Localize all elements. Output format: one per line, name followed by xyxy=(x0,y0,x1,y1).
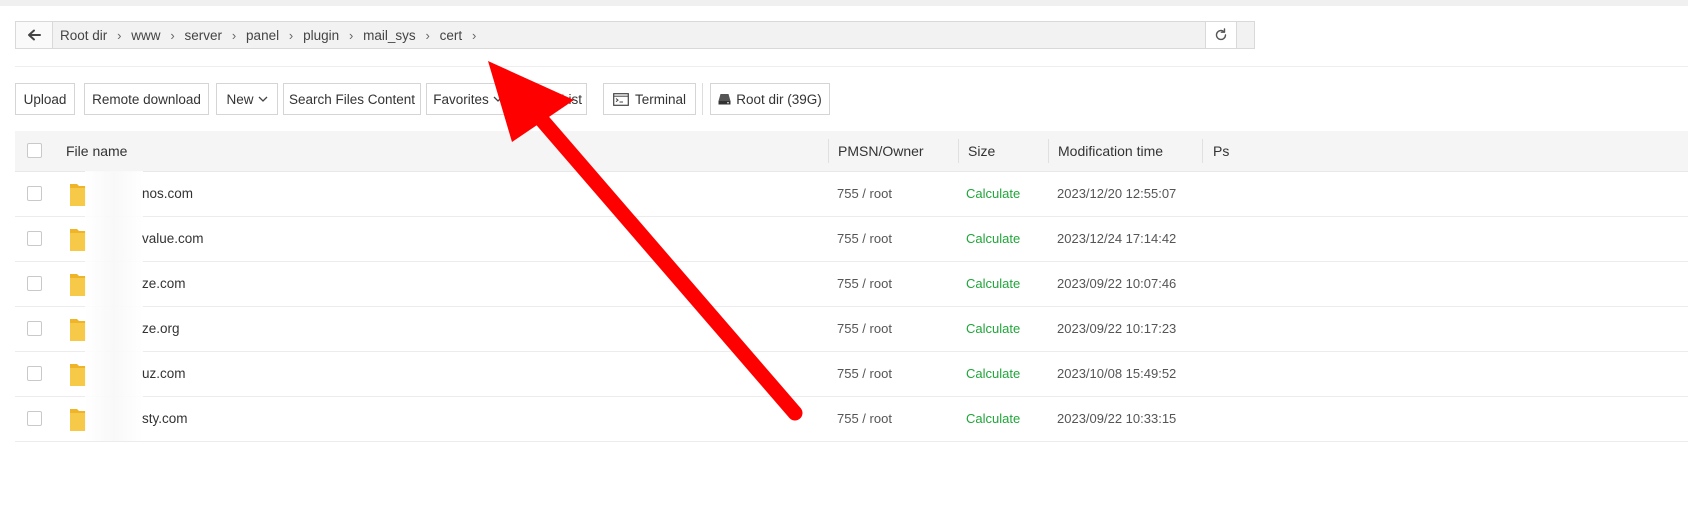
permission-owner[interactable]: 755 / root xyxy=(837,171,892,216)
breadcrumb-item-panel[interactable]: panel xyxy=(246,28,279,43)
redacted-region xyxy=(85,306,143,351)
redacted-region xyxy=(85,351,143,396)
back-arrow-icon xyxy=(28,29,41,41)
permission-owner[interactable]: 755 / root xyxy=(837,306,892,351)
table-row[interactable]: sty.com 755 / root Calculate 2023/09/22 … xyxy=(15,396,1688,442)
breadcrumb-item-cert[interactable]: cert xyxy=(440,28,463,43)
favorites-label: Favorites xyxy=(433,91,489,107)
search-files-content-button[interactable]: Search Files Content xyxy=(283,83,421,115)
list-label: List xyxy=(560,91,582,107)
table-row[interactable]: ze.com 755 / root Calculate 2023/09/22 1… xyxy=(15,261,1688,307)
toolbar-separator xyxy=(702,83,703,115)
refresh-icon xyxy=(1215,28,1227,41)
breadcrumb-item-server[interactable]: server xyxy=(185,28,223,43)
chevron-down-icon xyxy=(493,96,503,102)
calculate-size-link[interactable]: Calculate xyxy=(966,351,1020,396)
top-strip xyxy=(0,0,1688,6)
chevron-right-icon: › xyxy=(288,27,294,43)
redacted-region xyxy=(85,261,143,306)
column-separator xyxy=(1202,139,1203,163)
header-ps[interactable]: Ps xyxy=(1213,131,1229,171)
file-name[interactable]: uz.com xyxy=(142,351,186,396)
file-table-header: File name PMSN/Owner Size Modification t… xyxy=(15,131,1688,172)
back-button[interactable] xyxy=(16,22,53,48)
table-row[interactable]: ze.org 755 / root Calculate 2023/09/22 1… xyxy=(15,306,1688,352)
calculate-size-link[interactable]: Calculate xyxy=(966,216,1020,261)
terminal-label: Terminal xyxy=(634,91,686,107)
column-separator xyxy=(958,139,959,163)
modification-time: 2023/09/22 10:07:46 xyxy=(1057,276,1177,291)
row-checkbox[interactable] xyxy=(27,321,42,336)
row-checkbox[interactable] xyxy=(27,411,42,426)
breadcrumb-item-root[interactable]: Root dir xyxy=(60,28,107,43)
file-name[interactable]: ze.com xyxy=(142,261,186,306)
refresh-button[interactable] xyxy=(1205,21,1237,49)
redacted-region xyxy=(85,396,143,441)
root-dir-disk-button[interactable]: Root dir (39G) xyxy=(710,83,830,115)
header-file-name[interactable]: File name xyxy=(66,131,127,171)
modification-time: 2023/10/08 15:49:52 xyxy=(1057,366,1177,381)
terminal-button[interactable]: Terminal xyxy=(603,83,696,115)
select-all-checkbox[interactable] xyxy=(27,143,42,158)
chevron-right-icon: › xyxy=(117,27,122,43)
calculate-size-link[interactable]: Calculate xyxy=(966,306,1020,351)
chevron-down-icon xyxy=(258,96,267,102)
modification-time: 2023/12/20 12:55:07 xyxy=(1057,186,1177,201)
permission-owner[interactable]: 755 / root xyxy=(837,396,892,441)
column-separator xyxy=(1048,139,1049,163)
new-button[interactable]: New xyxy=(216,83,278,115)
remote-download-button[interactable]: Remote download xyxy=(84,83,209,115)
disk-icon xyxy=(718,94,731,105)
breadcrumb: Root dir › www › server › panel › plugin… xyxy=(60,22,486,48)
list-button[interactable]: List xyxy=(515,83,587,115)
chevron-right-icon: › xyxy=(425,27,430,43)
divider xyxy=(15,66,1688,67)
chevron-right-icon: › xyxy=(231,27,237,43)
path-bar[interactable]: Root dir › www › server › panel › plugin… xyxy=(15,21,1255,49)
table-row[interactable]: uz.com 755 / root Calculate 2023/10/08 1… xyxy=(15,351,1688,397)
redacted-region xyxy=(85,171,143,216)
favorites-button[interactable]: Favorites xyxy=(426,83,510,115)
permission-owner[interactable]: 755 / root xyxy=(837,351,892,396)
row-checkbox[interactable] xyxy=(27,276,42,291)
permission-owner[interactable]: 755 / root xyxy=(837,261,892,306)
chevron-right-icon: › xyxy=(471,27,477,43)
redacted-region xyxy=(85,216,143,261)
root-dir-label: Root dir (39G) xyxy=(736,91,822,107)
column-separator xyxy=(828,139,829,163)
file-name[interactable]: nos.com xyxy=(142,171,193,216)
permission-owner[interactable]: 755 / root xyxy=(837,216,892,261)
terminal-icon xyxy=(613,92,629,106)
chevron-right-icon: › xyxy=(348,27,354,43)
row-checkbox[interactable] xyxy=(27,231,42,246)
file-name[interactable]: value.com xyxy=(142,216,204,261)
modification-time: 2023/09/22 10:17:23 xyxy=(1057,321,1177,336)
header-permission[interactable]: PMSN/Owner xyxy=(838,131,924,171)
row-checkbox[interactable] xyxy=(27,186,42,201)
header-size[interactable]: Size xyxy=(968,131,995,171)
table-row[interactable]: value.com 755 / root Calculate 2023/12/2… xyxy=(15,216,1688,262)
calculate-size-link[interactable]: Calculate xyxy=(966,396,1020,441)
file-name[interactable]: ze.org xyxy=(142,306,180,351)
breadcrumb-item-www[interactable]: www xyxy=(131,28,160,43)
breadcrumb-item-mail-sys[interactable]: mail_sys xyxy=(363,28,416,43)
upload-button[interactable]: Upload xyxy=(15,83,75,115)
table-row[interactable]: nos.com 755 / root Calculate 2023/12/20 … xyxy=(15,171,1688,217)
file-name[interactable]: sty.com xyxy=(142,396,188,441)
new-label: New xyxy=(226,91,254,107)
row-checkbox[interactable] xyxy=(27,366,42,381)
modification-time: 2023/09/22 10:33:15 xyxy=(1057,411,1177,426)
calculate-size-link[interactable]: Calculate xyxy=(966,171,1020,216)
calculate-size-link[interactable]: Calculate xyxy=(966,261,1020,306)
chevron-right-icon: › xyxy=(170,27,175,43)
remote-download-label: Remote download xyxy=(92,91,201,107)
header-modification-time[interactable]: Modification time xyxy=(1058,131,1163,171)
modification-time: 2023/12/24 17:14:42 xyxy=(1057,231,1177,246)
upload-label: Upload xyxy=(23,91,67,107)
search-files-content-label: Search Files Content xyxy=(288,91,416,107)
breadcrumb-item-plugin[interactable]: plugin xyxy=(303,28,339,43)
